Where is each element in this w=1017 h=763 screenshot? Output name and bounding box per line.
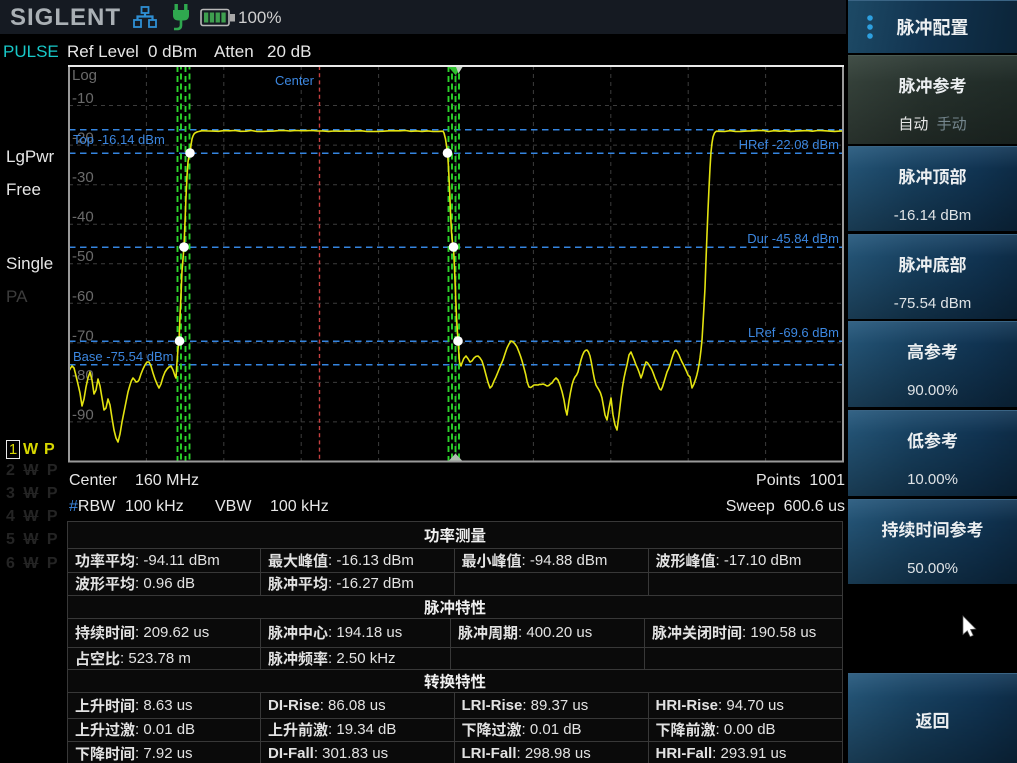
svg-text:-30: -30 (72, 169, 94, 186)
svg-text:Center: Center (275, 73, 315, 88)
svg-text:-60: -60 (72, 288, 94, 305)
svg-text:Base -75.54 dBm: Base -75.54 dBm (73, 349, 173, 364)
svg-text:-90: -90 (72, 406, 94, 423)
svg-text:Log: Log (72, 67, 97, 84)
svg-text:HRef -22.08 dBm: HRef -22.08 dBm (739, 137, 839, 152)
svg-text:-40: -40 (72, 209, 94, 226)
svg-text:-50: -50 (72, 248, 94, 265)
svg-text:-10: -10 (72, 90, 94, 107)
svg-text:Top -16.14 dBm: Top -16.14 dBm (73, 132, 165, 147)
svg-text:LRef -69.6 dBm: LRef -69.6 dBm (748, 325, 839, 340)
svg-text:Dur -45.84 dBm: Dur -45.84 dBm (747, 231, 839, 246)
